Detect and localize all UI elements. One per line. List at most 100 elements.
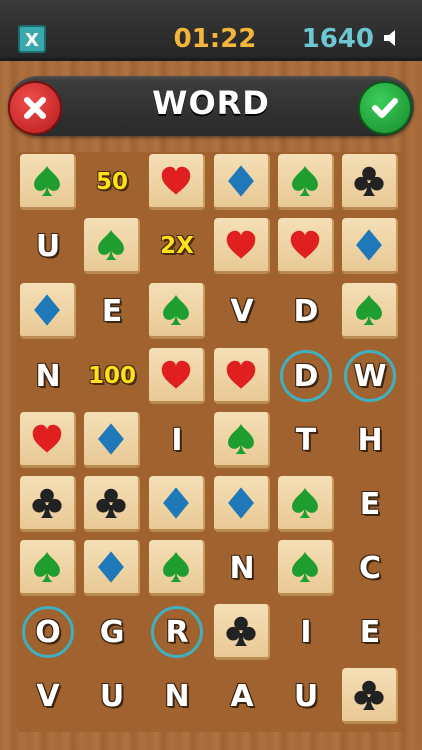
letter: T	[295, 422, 317, 458]
score: 1640	[301, 24, 374, 54]
letter: E	[359, 614, 381, 650]
suit-tile-diamond[interactable]	[84, 412, 140, 468]
suit-tile-diamond[interactable]	[149, 476, 205, 532]
letter-cell[interactable]: V	[20, 668, 76, 724]
spade-icon	[34, 165, 60, 196]
letter-cell[interactable]: U	[84, 668, 140, 724]
club-icon	[32, 488, 62, 518]
letter-cell[interactable]: A	[214, 668, 270, 724]
diamond-icon	[98, 422, 124, 455]
letter: D	[293, 293, 319, 329]
letter: N	[229, 550, 255, 586]
heart-icon	[290, 230, 320, 259]
letter-cell[interactable]: I	[149, 412, 205, 468]
club-icon	[354, 166, 384, 196]
spade-icon	[292, 165, 318, 196]
suit-tile-club[interactable]	[342, 668, 398, 724]
letter-cell[interactable]: E	[84, 283, 140, 339]
game-board: 50 U 2X E V D N 100 D W I T H E N C O G R I E V U N A U	[16, 152, 406, 732]
letter-cell[interactable]: U	[278, 668, 334, 724]
suit-tile-diamond[interactable]	[20, 283, 76, 339]
letter: U	[99, 678, 125, 714]
x-icon	[24, 97, 46, 119]
letter: I	[171, 422, 183, 458]
diamond-icon	[163, 486, 189, 519]
selection-ring	[344, 350, 396, 402]
diamond-icon	[98, 550, 124, 583]
diamond-icon	[34, 293, 60, 326]
suit-tile-club[interactable]	[214, 604, 270, 660]
letter: V	[36, 678, 60, 714]
suit-tile-heart[interactable]	[149, 348, 205, 404]
spade-icon	[228, 423, 254, 454]
suit-tile-spade[interactable]	[214, 412, 270, 468]
bonus-cell[interactable]: 100	[84, 348, 140, 404]
letter-cell[interactable]: I	[278, 604, 334, 660]
suit-tile-diamond[interactable]	[84, 540, 140, 596]
club-icon	[226, 616, 256, 646]
suit-tile-spade[interactable]	[278, 154, 334, 210]
spade-icon	[356, 294, 382, 325]
letter-cell[interactable]: T	[278, 412, 334, 468]
letter-cell-selected[interactable]: W	[342, 348, 398, 404]
suit-tile-spade[interactable]	[20, 540, 76, 596]
bonus-value: 50	[95, 169, 128, 195]
diamond-icon	[356, 228, 382, 261]
suit-tile-spade[interactable]	[84, 218, 140, 274]
letter-cell[interactable]: E	[342, 476, 398, 532]
spade-icon	[98, 229, 124, 260]
suit-tile-club[interactable]	[84, 476, 140, 532]
suit-tile-spade[interactable]	[278, 476, 334, 532]
spade-icon	[34, 551, 60, 582]
letter-cell[interactable]: H	[342, 412, 398, 468]
heart-icon	[161, 166, 191, 195]
suit-tile-heart[interactable]	[214, 218, 270, 274]
letter-cell[interactable]: V	[214, 283, 270, 339]
bonus-value: 2X	[160, 233, 194, 259]
letter-cell-selected[interactable]: R	[149, 604, 205, 660]
bonus-cell[interactable]: 50	[84, 154, 140, 210]
letter-cell[interactable]: N	[214, 540, 270, 596]
speaker-icon[interactable]	[382, 27, 404, 49]
diamond-icon	[228, 164, 254, 197]
suit-tile-heart[interactable]	[278, 218, 334, 274]
suit-tile-spade[interactable]	[342, 283, 398, 339]
letter-cell-selected[interactable]: O	[20, 604, 76, 660]
letter: I	[300, 614, 312, 650]
letter: U	[293, 678, 319, 714]
spade-icon	[292, 551, 318, 582]
letter-cell[interactable]: E	[342, 604, 398, 660]
suit-tile-diamond[interactable]	[342, 218, 398, 274]
bonus-cell[interactable]: 2X	[149, 218, 205, 274]
suit-tile-spade[interactable]	[20, 154, 76, 210]
suit-tile-diamond[interactable]	[214, 476, 270, 532]
letter: C	[358, 550, 382, 586]
close-button[interactable]: X	[18, 25, 46, 53]
reject-word-button[interactable]	[8, 81, 62, 135]
letter: N	[164, 678, 190, 714]
accept-word-button[interactable]	[358, 81, 412, 135]
suit-tile-club[interactable]	[20, 476, 76, 532]
letter-cell[interactable]: N	[20, 348, 76, 404]
letter-cell[interactable]: D	[278, 283, 334, 339]
suit-tile-spade[interactable]	[278, 540, 334, 596]
suit-tile-club[interactable]	[342, 154, 398, 210]
suit-tile-spade[interactable]	[149, 540, 205, 596]
spade-icon	[163, 294, 189, 325]
letter-cell[interactable]: N	[149, 668, 205, 724]
selection-ring	[151, 606, 203, 658]
letter-cell-selected[interactable]: D	[278, 348, 334, 404]
letter: G	[99, 614, 125, 650]
letter-cell[interactable]: C	[342, 540, 398, 596]
letter: U	[35, 228, 61, 264]
letter-cell[interactable]: G	[84, 604, 140, 660]
suit-tile-heart[interactable]	[149, 154, 205, 210]
diamond-icon	[228, 486, 254, 519]
letter: V	[230, 293, 254, 329]
suit-tile-diamond[interactable]	[214, 154, 270, 210]
suit-tile-heart[interactable]	[20, 412, 76, 468]
suit-tile-heart[interactable]	[214, 348, 270, 404]
suit-tile-spade[interactable]	[149, 283, 205, 339]
letter-cell[interactable]: U	[20, 218, 76, 274]
selection-ring	[280, 350, 332, 402]
